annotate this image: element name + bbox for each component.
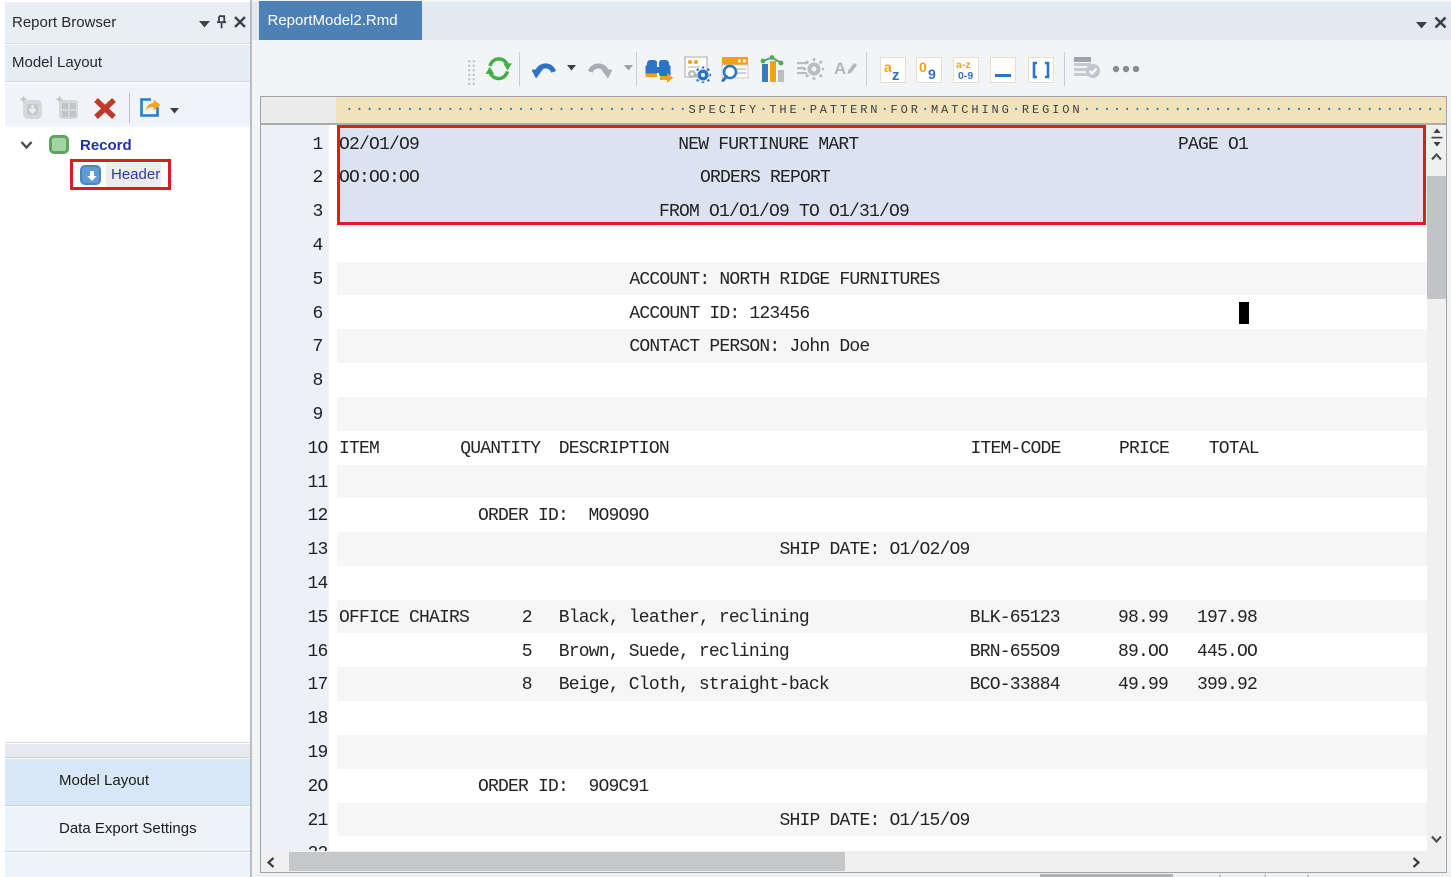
svg-text:A: A — [834, 59, 846, 78]
